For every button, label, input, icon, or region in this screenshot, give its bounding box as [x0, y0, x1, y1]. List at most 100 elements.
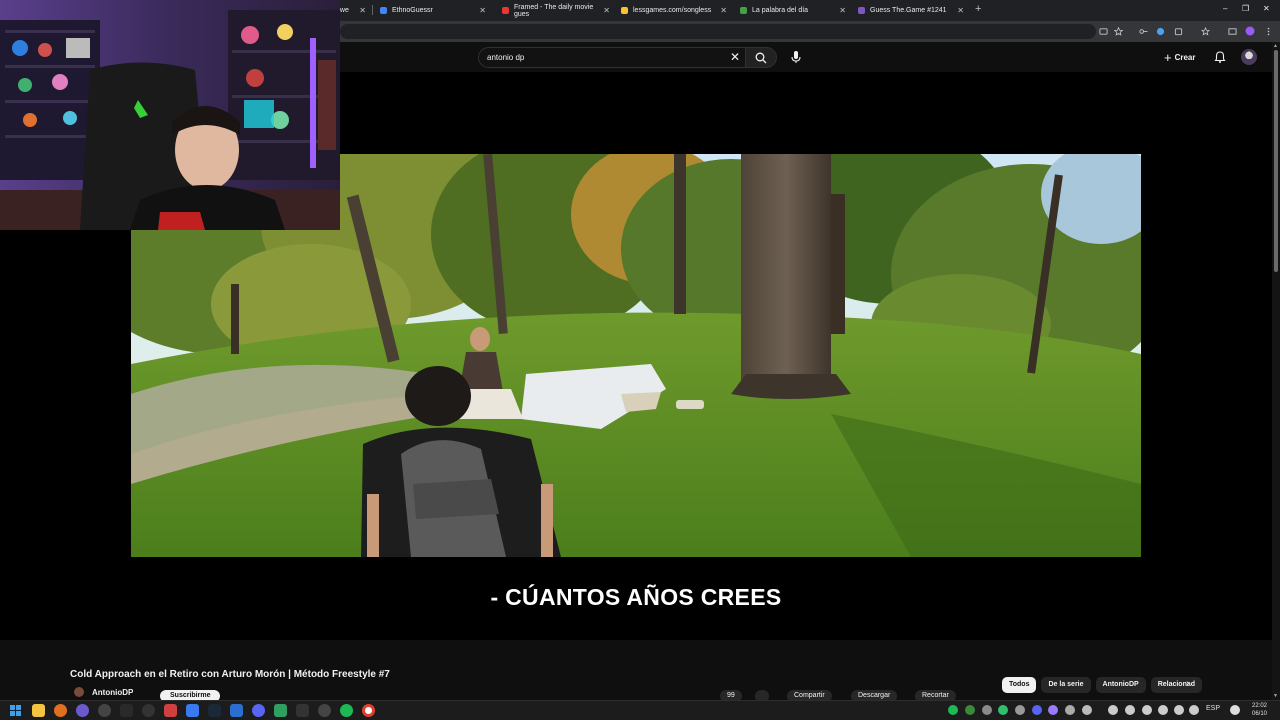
extension-shield-icon[interactable]	[1155, 26, 1165, 36]
language-indicator[interactable]: ESP	[1206, 705, 1220, 712]
tray-icon[interactable]	[1048, 705, 1058, 715]
system-clock[interactable]: 22:02 06/10	[1252, 702, 1267, 718]
browser-tab[interactable]: EthnoGuessr ✕	[374, 2, 492, 19]
spotify-icon[interactable]	[340, 704, 353, 717]
video-title: Cold Approach en el Retiro con Arturo Mo…	[70, 669, 390, 680]
tray-icon[interactable]	[1015, 705, 1025, 715]
favorites-icon[interactable]	[1200, 26, 1210, 36]
tray-icon[interactable]	[965, 705, 975, 715]
steam-icon[interactable]	[208, 704, 221, 717]
close-icon[interactable]: ✕	[957, 6, 964, 15]
clear-search-icon[interactable]: ✕	[730, 50, 740, 64]
tab-title: Guess The.Game #1241	[870, 7, 947, 14]
app-icon[interactable]	[142, 704, 155, 717]
plus-icon: +	[1164, 50, 1172, 65]
network-icon[interactable]	[1230, 705, 1240, 715]
clock-date: 06/10	[1252, 711, 1268, 717]
tray-icon[interactable]	[1174, 705, 1184, 715]
browser-tab[interactable]: La palabra del día ✕	[734, 2, 852, 19]
app-icon[interactable]	[296, 704, 309, 717]
streamer-webcam-image	[0, 0, 340, 230]
app-icon[interactable]	[76, 704, 89, 717]
tray-icon[interactable]	[982, 705, 992, 715]
scroll-up-arrow-icon[interactable]: ▲	[1273, 43, 1278, 49]
tray-icon[interactable]	[1082, 705, 1092, 715]
browser-tab[interactable]: Framed - The daily movie gues ✕	[496, 2, 616, 19]
chip-series[interactable]: De la serie	[1041, 677, 1091, 693]
more-menu-icon[interactable]	[1263, 26, 1273, 36]
search-button[interactable]	[746, 47, 777, 68]
tray-discord-icon[interactable]	[1032, 705, 1042, 715]
notifications-bell-icon[interactable]	[1213, 50, 1227, 64]
bookmark-star-icon[interactable]	[1113, 26, 1123, 36]
profile-avatar[interactable]	[1245, 26, 1255, 36]
scroll-down-arrow-icon[interactable]: ▼	[1273, 693, 1278, 699]
app-icon[interactable]	[230, 704, 243, 717]
framed-icon	[502, 7, 509, 14]
search-query: antonio dp	[487, 53, 525, 62]
app-icon[interactable]	[274, 704, 287, 717]
discord-icon[interactable]	[252, 704, 265, 717]
chip-related[interactable]: Relacionad	[1150, 677, 1203, 693]
tab-title: La palabra del día	[752, 7, 809, 14]
maximize-button[interactable]: ❐	[1242, 4, 1249, 13]
channel-name[interactable]: AntonioDP	[92, 688, 133, 697]
chip-all[interactable]: Todos	[1002, 677, 1037, 693]
video-subtitle: - CÚANTOS AÑOS CREES	[490, 584, 782, 610]
chip-channel[interactable]: AntonioDP	[1095, 677, 1146, 693]
tray-icon[interactable]	[1142, 705, 1152, 715]
channel-row: AntonioDP	[74, 687, 133, 697]
page-scrollbar[interactable]: ▲ ▼	[1272, 42, 1280, 700]
clock-time: 22:02	[1252, 703, 1268, 709]
chevron-left-icon	[621, 7, 628, 14]
browser-tab[interactable]: lessgames.com/songless ✕	[615, 2, 733, 19]
p-logo-icon	[740, 7, 747, 14]
scrollbar-thumb[interactable]	[1274, 50, 1278, 272]
windows-taskbar: ESP 22:02 06/10	[0, 700, 1280, 720]
video-info: Cold Approach en el Retiro con Arturo Mo…	[0, 640, 1272, 702]
app-icon[interactable]	[98, 704, 111, 717]
app-icon[interactable]	[318, 704, 331, 717]
tray-spotify-icon[interactable]	[948, 705, 958, 715]
tab-title: EthnoGuessr	[392, 7, 433, 14]
channel-avatar[interactable]	[74, 687, 84, 697]
address-bar[interactable]	[340, 24, 1096, 39]
close-icon[interactable]: ✕	[603, 6, 610, 15]
tray-icon[interactable]	[1189, 705, 1199, 715]
close-icon[interactable]: ✕	[720, 6, 727, 15]
close-icon[interactable]: ✕	[479, 6, 486, 15]
close-window-button[interactable]: ✕	[1263, 4, 1270, 13]
search-input[interactable]: antonio dp ✕	[478, 47, 746, 68]
close-icon[interactable]: ✕	[359, 6, 366, 15]
webcam-overlay	[0, 0, 340, 230]
app-icon[interactable]	[186, 704, 199, 717]
gamepad-icon	[858, 7, 865, 14]
install-app-icon[interactable]	[1098, 26, 1108, 36]
extensions-puzzle-icon[interactable]	[1173, 26, 1183, 36]
tray-icon[interactable]	[998, 705, 1008, 715]
tab-title: Framed - The daily movie gues	[514, 3, 594, 18]
new-tab-button[interactable]: +	[975, 3, 981, 15]
create-button[interactable]: + Crear	[1164, 50, 1196, 65]
search-app-icon[interactable]	[54, 704, 67, 717]
tray-icon[interactable]	[1158, 705, 1168, 715]
key-icon[interactable]	[1138, 26, 1148, 36]
tray-icon[interactable]	[1125, 705, 1135, 715]
screen: owe ✕ EthnoGuessr ✕ Framed - The daily m…	[0, 0, 1280, 720]
app-icon[interactable]	[164, 704, 177, 717]
tab-title: lessgames.com/songless	[633, 7, 712, 14]
file-explorer-icon[interactable]	[32, 704, 45, 717]
chrome-icon[interactable]	[362, 704, 375, 717]
tray-icon[interactable]	[1108, 705, 1118, 715]
close-icon[interactable]: ✕	[839, 6, 846, 15]
app-icon[interactable]	[120, 704, 133, 717]
sidebar-icon[interactable]	[1227, 26, 1237, 36]
minimize-button[interactable]: –	[1223, 4, 1227, 13]
windows-start-icon[interactable]	[9, 704, 22, 717]
account-avatar[interactable]	[1241, 49, 1257, 65]
browser-tab[interactable]: Guess The.Game #1241 ✕	[852, 2, 970, 19]
microphone-icon[interactable]	[787, 48, 805, 66]
tray-icon[interactable]	[1065, 705, 1075, 715]
chips-next-arrow-icon[interactable]: ›	[1186, 678, 1189, 689]
create-label: Crear	[1174, 53, 1196, 62]
